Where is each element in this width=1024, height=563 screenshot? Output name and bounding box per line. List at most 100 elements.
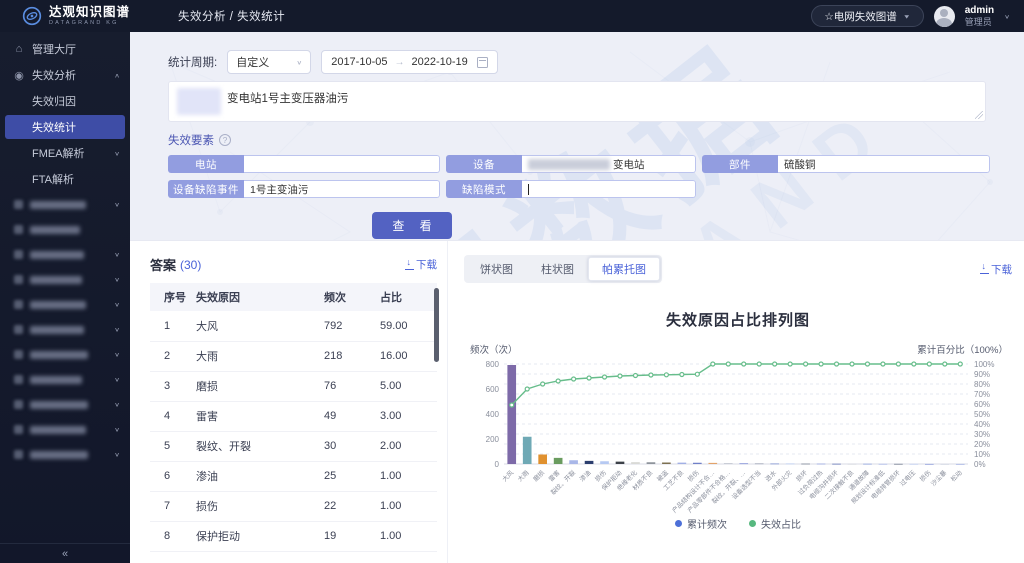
sidebar-item-blurred[interactable]: ∨ bbox=[0, 242, 130, 267]
chevron-down-icon: ∨ bbox=[114, 301, 120, 308]
field-defect-event-label: 设备缺陷事件 bbox=[168, 180, 244, 198]
pareto-bar bbox=[925, 464, 934, 465]
search-button[interactable]: 查 看 bbox=[372, 212, 452, 239]
col-percentage: 占比 bbox=[376, 283, 437, 311]
cumulative-line-marker bbox=[927, 362, 931, 366]
y-right-tick-label: 10% bbox=[974, 450, 990, 459]
tab-pareto-chart[interactable]: 帕累托图 bbox=[588, 257, 660, 281]
pareto-bar bbox=[801, 464, 810, 465]
legend-label: 累计频次 bbox=[687, 516, 727, 531]
sidebar-item-blurred[interactable]: ∨ bbox=[0, 392, 130, 417]
field-defect-mode[interactable]: 缺陷模式 bbox=[446, 180, 696, 198]
sidebar-item-blurred[interactable]: ∨ bbox=[0, 442, 130, 467]
chevron-down-icon: ∨ bbox=[114, 401, 120, 408]
answers-count: (30) bbox=[180, 258, 201, 272]
sidebar-item-blurred[interactable]: ∨ bbox=[0, 417, 130, 442]
field-value: 硫酸铜 bbox=[784, 157, 816, 172]
table-row[interactable]: 1大风79259.00 bbox=[150, 311, 437, 341]
field-defect-mode-input[interactable] bbox=[522, 180, 696, 198]
field-device[interactable]: 设备 变电站 bbox=[446, 155, 696, 173]
field-station-input[interactable] bbox=[244, 155, 440, 173]
y-left-tick-label: 400 bbox=[486, 410, 500, 419]
x-tick-label: 松动 bbox=[948, 468, 963, 483]
field-defect-event-input[interactable]: 1号主变油污 bbox=[244, 180, 440, 198]
textarea-resize-handle[interactable] bbox=[975, 111, 983, 119]
table-cell: 1.00 bbox=[376, 521, 437, 551]
sidebar-item-blurred[interactable]: ∨ bbox=[0, 192, 130, 217]
table-row[interactable]: 7损伤221.00 bbox=[150, 491, 437, 521]
period-select[interactable]: 自定义 ∨ bbox=[227, 50, 311, 74]
avatar[interactable] bbox=[934, 6, 955, 27]
table-cell: 30 bbox=[320, 431, 376, 461]
table-row[interactable]: 2大雨21816.00 bbox=[150, 341, 437, 371]
sidebar-item-management-hall[interactable]: ⌂ 管理大厅 bbox=[0, 36, 130, 62]
query-textarea[interactable]: 变电站1号主变压器油污 bbox=[168, 81, 986, 122]
pareto-bar bbox=[910, 464, 919, 465]
legend-item[interactable]: 累计频次 bbox=[675, 516, 727, 531]
redacted-text-block bbox=[528, 159, 610, 170]
sidebar-item-blurred[interactable]: ∨ bbox=[0, 342, 130, 367]
chevron-down-icon[interactable]: ∨ bbox=[1004, 13, 1010, 19]
logo-title: 达观知识图谱 bbox=[49, 6, 130, 19]
table-row[interactable]: 3磨损765.00 bbox=[150, 371, 437, 401]
blurred-label bbox=[30, 251, 84, 259]
y-right-tick-label: 70% bbox=[974, 390, 990, 399]
table-cell: 2.00 bbox=[376, 431, 437, 461]
cumulative-line-marker bbox=[742, 362, 746, 366]
legend-item[interactable]: 失效占比 bbox=[749, 516, 801, 531]
cumulative-line-marker bbox=[850, 362, 854, 366]
sidebar-item-failure-attribution[interactable]: 失效归因 bbox=[0, 88, 130, 114]
pareto-bar bbox=[507, 365, 516, 464]
table-row[interactable]: 5裂纹、开裂302.00 bbox=[150, 431, 437, 461]
tab-pie-chart[interactable]: 饼状图 bbox=[466, 257, 527, 281]
y-left-axis-label: 频次（次） bbox=[470, 342, 518, 356]
sidebar-item-failure-analysis[interactable]: ◉ 失效分析 ∧ bbox=[0, 62, 130, 88]
y-right-axis-label: 累计百分比（100%） bbox=[917, 342, 1008, 356]
cumulative-line-marker bbox=[912, 362, 916, 366]
table-row[interactable]: 6渗油251.00 bbox=[150, 461, 437, 491]
help-icon[interactable]: ? bbox=[219, 134, 231, 146]
table-row[interactable]: 4雷害493.00 bbox=[150, 401, 437, 431]
tab-bar-chart[interactable]: 柱状图 bbox=[527, 257, 588, 281]
blurred-label bbox=[30, 401, 88, 409]
query-text: 变电站1号主变压器油污 bbox=[227, 88, 348, 106]
answers-download-link[interactable]: 下载 bbox=[405, 257, 437, 272]
sidebar-item-blurred[interactable]: ∨ bbox=[0, 267, 130, 292]
table-scrollbar[interactable] bbox=[434, 288, 439, 362]
y-right-tick-label: 80% bbox=[974, 380, 990, 389]
y-left-tick-label: 600 bbox=[486, 385, 500, 394]
table-row[interactable]: 8保护拒动191.00 bbox=[150, 521, 437, 551]
table-cell: 59.00 bbox=[376, 311, 437, 341]
pareto-bar bbox=[554, 458, 563, 464]
sidebar-item-blurred[interactable]: ∨ bbox=[0, 367, 130, 392]
sidebar-item-blurred[interactable]: ∨ bbox=[0, 292, 130, 317]
user-name: admin bbox=[965, 5, 994, 17]
date-range-picker[interactable]: 2017-10-05 → 2022-10-19 bbox=[321, 50, 498, 74]
pareto-bar bbox=[538, 455, 547, 465]
field-defect-event[interactable]: 设备缺陷事件 1号主变油污 bbox=[168, 180, 440, 198]
cumulative-line-marker bbox=[633, 374, 637, 378]
sidebar: ⌂ 管理大厅 ◉ 失效分析 ∧ 失效归因 失效统计 FMEA解析 ∨ FTA解析… bbox=[0, 32, 130, 563]
table-cell: 5 bbox=[150, 431, 192, 461]
user-info[interactable]: admin 管理员 bbox=[965, 5, 994, 27]
cumulative-line-marker bbox=[680, 373, 684, 377]
sidebar-item-blurred[interactable]: ∨ bbox=[0, 317, 130, 342]
results-section: 答案 (30) 下载 序号 失效原因 频次 占比 bbox=[130, 240, 1024, 563]
graph-selector-dropdown[interactable]: ☆电网失效图谱 ▼ bbox=[811, 5, 923, 27]
field-component[interactable]: 部件 硫酸铜 bbox=[702, 155, 990, 173]
answers-panel: 答案 (30) 下载 序号 失效原因 频次 占比 bbox=[130, 241, 448, 563]
app-logo[interactable]: 达观知识图谱 DATAGRAND KG bbox=[0, 6, 178, 26]
period-label: 统计周期: bbox=[168, 54, 217, 70]
sidebar-collapse-button[interactable]: « bbox=[0, 543, 130, 563]
field-device-input[interactable]: 变电站 bbox=[522, 155, 696, 173]
cumulative-line-marker bbox=[835, 362, 839, 366]
cumulative-line-marker bbox=[649, 373, 653, 377]
field-station[interactable]: 电站 bbox=[168, 155, 440, 173]
sidebar-item-fta[interactable]: FTA解析 bbox=[0, 166, 130, 192]
chart-download-link[interactable]: 下载 bbox=[980, 262, 1012, 277]
sidebar-item-fmea[interactable]: FMEA解析 ∨ bbox=[0, 140, 130, 166]
sidebar-item-failure-statistics[interactable]: 失效统计 bbox=[5, 115, 125, 139]
field-component-input[interactable]: 硫酸铜 bbox=[778, 155, 990, 173]
sidebar-item-blurred[interactable] bbox=[0, 217, 130, 242]
sidebar-item-label: FTA解析 bbox=[32, 171, 74, 187]
